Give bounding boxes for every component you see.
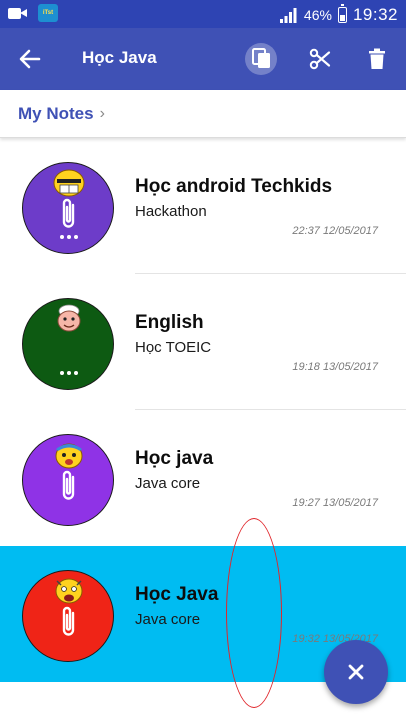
- note-item[interactable]: Học android Techkids Hackathon 22:37 12/…: [0, 138, 406, 274]
- note-title: Học android Techkids: [135, 176, 333, 197]
- video-camera-icon: [8, 6, 28, 20]
- note-title: Học java: [135, 448, 214, 469]
- note-avatar: [22, 298, 114, 390]
- breadcrumb-label: My Notes: [18, 104, 94, 123]
- note-timestamp: 19:18 13/05/2017: [292, 361, 378, 373]
- back-button[interactable]: [16, 45, 44, 73]
- note-avatar: [22, 434, 114, 526]
- note-timestamp: 22:37 12/05/2017: [292, 225, 378, 237]
- note-title: English: [135, 312, 204, 333]
- note-subtitle: Java core: [135, 611, 201, 628]
- back-arrow-icon: [19, 49, 41, 69]
- chevron-right-icon: ›: [99, 105, 105, 122]
- copy-button[interactable]: [245, 42, 279, 76]
- scissors-icon: [309, 48, 331, 70]
- battery-percent: 46%: [303, 7, 332, 23]
- status-bar-left: iTst: [8, 4, 58, 22]
- emoji-sticker-icon: [53, 169, 85, 197]
- status-bar: iTst 46% 19:32: [0, 0, 406, 28]
- annotation-ellipse: [226, 518, 282, 708]
- paperclip-icon: [62, 470, 75, 500]
- close-fab-button[interactable]: [324, 640, 388, 704]
- note-subtitle: Hackathon: [135, 203, 207, 220]
- clock: 19:32: [352, 5, 398, 24]
- close-icon: [348, 664, 364, 680]
- battery-icon: [337, 4, 347, 23]
- app-screen: iTst 46% 19:32 Học Java My Notes › Học a…: [0, 0, 406, 720]
- paperclip-icon: [62, 606, 75, 636]
- more-dots-icon[interactable]: [60, 235, 78, 239]
- delete-button[interactable]: [360, 42, 394, 76]
- toolbar: Học Java: [0, 28, 406, 90]
- note-subtitle: Java core: [135, 475, 201, 492]
- breadcrumb[interactable]: My Notes ›: [18, 104, 105, 124]
- signal-icon: [279, 8, 297, 23]
- note-subtitle: Học TOEIC: [135, 339, 212, 356]
- copy-icon: [252, 48, 270, 68]
- breadcrumb-bar: My Notes ›: [0, 90, 406, 138]
- app-notification-icon: iTst: [38, 4, 58, 22]
- more-dots-icon[interactable]: [60, 371, 78, 375]
- status-bar-right: 46% 19:32: [279, 4, 398, 25]
- cut-button[interactable]: [303, 42, 337, 76]
- note-timestamp: 19:27 13/05/2017: [292, 497, 378, 509]
- paperclip-icon: [62, 198, 75, 228]
- note-avatar: [22, 570, 114, 662]
- emoji-sticker-icon: [55, 443, 83, 469]
- note-item[interactable]: English Học TOEIC 19:18 13/05/2017: [0, 274, 406, 410]
- note-avatar: [22, 162, 114, 254]
- emoji-sticker-icon: [57, 304, 81, 332]
- note-item[interactable]: Học java Java core 19:27 13/05/2017: [0, 410, 406, 546]
- note-title: Học Java: [135, 584, 219, 605]
- trash-icon: [369, 48, 385, 69]
- page-title: Học Java: [82, 48, 157, 67]
- emoji-sticker-icon: [55, 578, 83, 604]
